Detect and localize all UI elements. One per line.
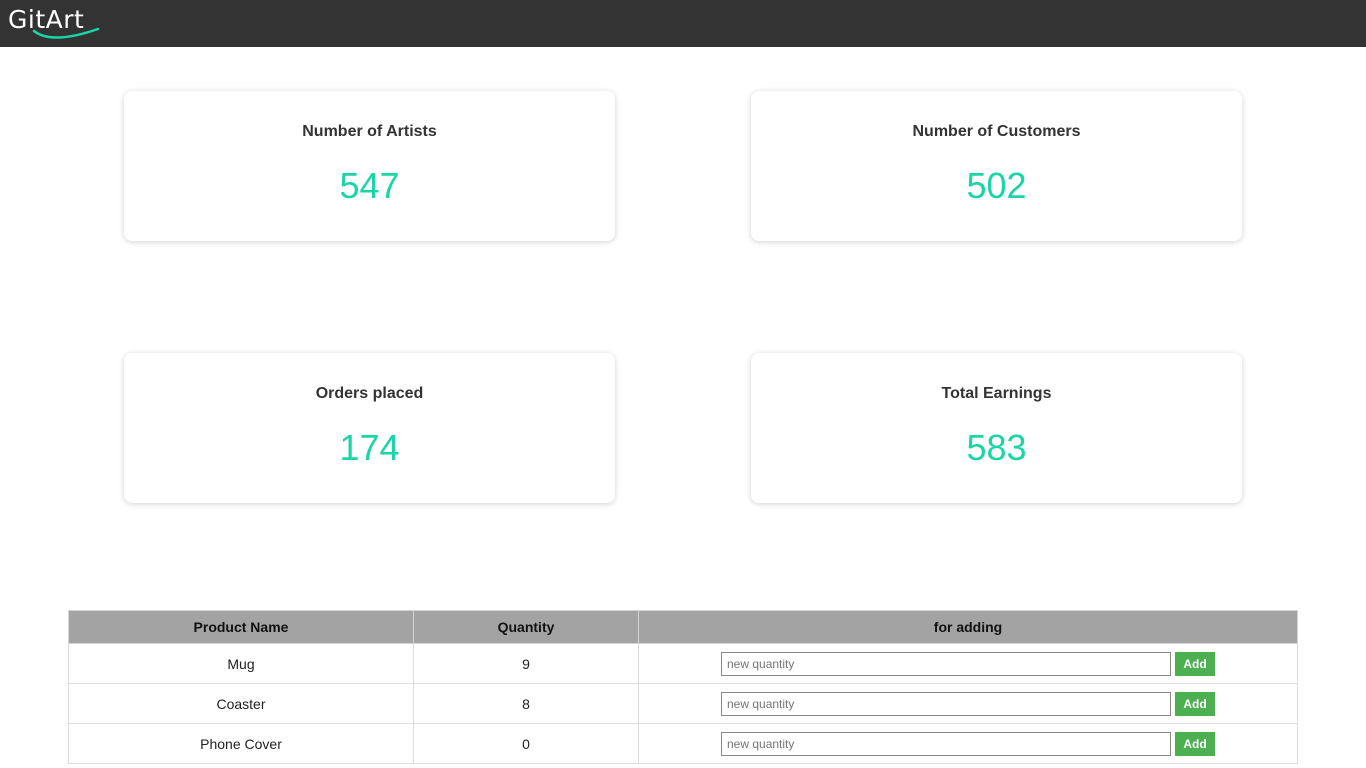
header-for-adding: for adding	[638, 610, 1298, 644]
product-name-cell: Coaster	[68, 683, 414, 724]
earnings-stat-card: Total Earnings 583	[751, 353, 1242, 503]
add-button[interactable]: Add	[1175, 691, 1215, 716]
earnings-stat-label: Total Earnings	[941, 385, 1052, 402]
table-row: Coaster 8 Add	[68, 683, 1298, 724]
header-product-name: Product Name	[68, 610, 414, 644]
table-row: Phone Cover 0 Add	[68, 723, 1298, 764]
earnings-stat-value: 583	[966, 427, 1027, 468]
artists-stat-value: 547	[339, 165, 400, 206]
artists-stat-card: Number of Artists 547	[124, 91, 615, 241]
orders-stat-label: Orders placed	[315, 385, 424, 402]
orders-stat-card: Orders placed 174	[124, 353, 615, 503]
table-header-row: Product Name Quantity for adding	[68, 610, 1298, 644]
orders-stat-value: 174	[339, 427, 400, 468]
artists-stat-label: Number of Artists	[302, 123, 437, 140]
logo-swoosh-icon	[32, 27, 100, 39]
new-quantity-input[interactable]	[721, 651, 1171, 676]
gitart-logo[interactable]: GitArt	[8, 5, 102, 41]
product-name-cell: Phone Cover	[68, 723, 414, 764]
customers-stat-card: Number of Customers 502	[751, 91, 1242, 241]
product-name-cell: Mug	[68, 643, 414, 684]
add-button[interactable]: Add	[1175, 731, 1215, 756]
add-cell: Add	[638, 723, 1298, 764]
add-cell: Add	[638, 643, 1298, 684]
quantity-cell: 8	[413, 683, 639, 724]
table-row: Mug 9 Add	[68, 643, 1298, 684]
new-quantity-input[interactable]	[721, 691, 1171, 716]
top-navbar: GitArt	[0, 0, 1366, 47]
quantity-cell: 0	[413, 723, 639, 764]
new-quantity-input[interactable]	[721, 731, 1171, 756]
customers-stat-value: 502	[966, 165, 1027, 206]
header-quantity: Quantity	[413, 610, 639, 644]
customers-stat-label: Number of Customers	[912, 123, 1081, 140]
add-cell: Add	[638, 683, 1298, 724]
products-table: Product Name Quantity for adding Mug 9 A…	[68, 610, 1298, 764]
quantity-cell: 9	[413, 643, 639, 684]
add-button[interactable]: Add	[1175, 651, 1215, 676]
